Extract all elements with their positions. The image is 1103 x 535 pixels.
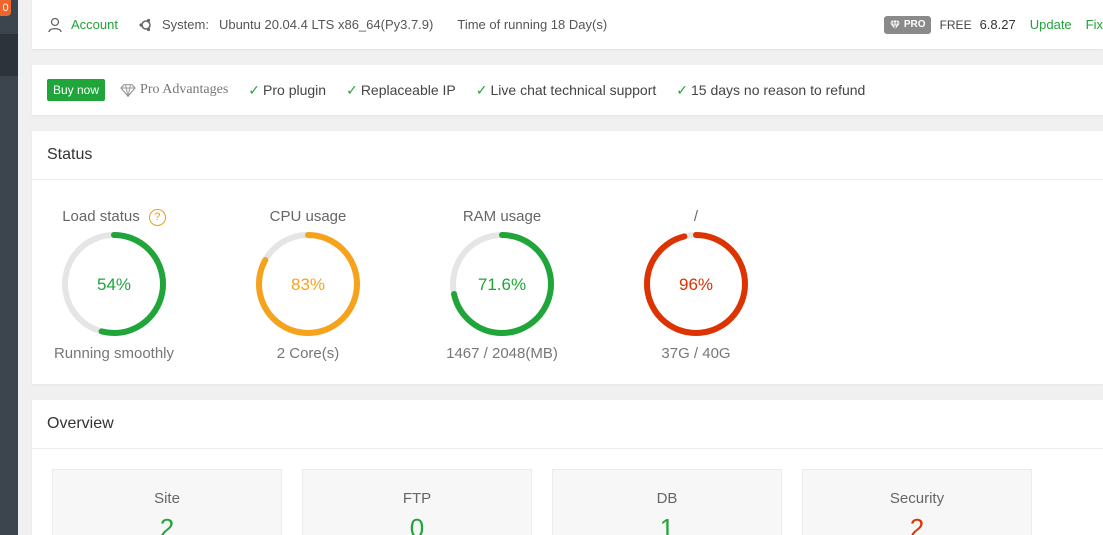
overview-box-db[interactable]: DB 1	[552, 469, 782, 535]
gauge-ring: 54%	[62, 232, 166, 336]
gauge-value: 54%	[97, 275, 131, 294]
overview-panel: Overview Site 2 FTP 0 DB 1 Security 2	[32, 400, 1103, 535]
gauge-subtitle: 2 Core(s)	[276, 345, 340, 362]
diamond-icon	[889, 19, 900, 30]
system-value: Ubuntu 20.04.4 LTS x86_64(Py3.7.9)	[218, 17, 434, 32]
gauge-value: 83%	[291, 275, 325, 294]
overview-value[interactable]: 2	[803, 513, 1031, 535]
gauge-load[interactable]: Load status ? 54% Running smoothly	[29, 207, 199, 362]
gauge-ring: 96%	[644, 232, 748, 336]
pro-badge: PRO	[883, 15, 931, 34]
pro-advantages[interactable]: Pro Advantages	[120, 82, 228, 98]
ubuntu-icon	[138, 17, 154, 33]
sidebar-badge: 0	[0, 0, 11, 16]
version-area: PRO FREE 6.8.27 Update Fix	[883, 0, 1103, 49]
gauge-title: RAM usage	[462, 208, 542, 225]
feature-item: ✓ Pro plugin	[248, 82, 326, 99]
update-link[interactable]: Update	[1030, 17, 1072, 32]
gauge-ram[interactable]: RAM usage 71.6% 1467 / 2048(MB)	[417, 207, 587, 362]
overview-label: FTP	[402, 490, 432, 507]
overview-box-ftp[interactable]: FTP 0	[302, 469, 532, 535]
pro-promo-bar: Buy now Pro Advantages ✓ Pro plugin ✓ Repl…	[32, 65, 1103, 115]
overview-value[interactable]: 0	[303, 513, 531, 535]
check-icon: ✓	[248, 81, 261, 98]
edition-label: FREE	[939, 17, 972, 32]
feature-label: 15 days no reason to refund	[691, 82, 866, 98]
top-info-bar: Account System: Ubuntu 20.04.4 LTS x86_6…	[32, 0, 1103, 49]
system-info: System: Ubuntu 20.04.4 LTS x86_64(Py3.7.…	[138, 17, 433, 33]
overview-box-site[interactable]: Site 2	[52, 469, 282, 535]
help-icon[interactable]: ?	[148, 208, 166, 226]
status-gauges: Load status ? 54% Running smoothly CPU u…	[32, 180, 1103, 384]
diamond-icon	[120, 83, 136, 97]
status-panel: Status Load status ? 54% Running smoothl…	[32, 131, 1103, 384]
version-number: 6.8.27	[979, 17, 1016, 32]
system-label: System:	[161, 17, 209, 32]
status-title: Status	[32, 131, 1103, 180]
feature-label: Replaceable IP	[360, 82, 456, 98]
user-icon	[47, 17, 63, 33]
buy-now-button[interactable]: Buy now	[47, 79, 106, 101]
check-icon: ✓	[346, 81, 358, 98]
gauge-ring: 83%	[256, 232, 360, 336]
feature-label: Pro plugin	[263, 82, 327, 98]
sidebar: 0	[0, 0, 18, 535]
pro-advantages-label: Pro Advantages	[140, 82, 229, 97]
check-icon: ✓	[676, 81, 688, 98]
runtime-text: Time of running 18 Day(s)	[457, 17, 608, 32]
overview-value[interactable]: 2	[53, 513, 281, 535]
overview-title: Overview	[32, 400, 1103, 449]
gauge-value: 71.6%	[478, 275, 526, 294]
sidebar-item-active[interactable]	[0, 34, 18, 76]
gauge-value: 96%	[679, 275, 713, 294]
gauge-title-wrap: Load status ?	[29, 207, 199, 227]
account-label: Account	[71, 17, 118, 32]
gauge-subtitle: 1467 / 2048(MB)	[446, 345, 558, 362]
overview-value[interactable]: 1	[553, 513, 781, 535]
pro-badge-label: PRO	[903, 19, 926, 30]
feature-label: Live chat technical support	[490, 82, 657, 98]
gauge-subtitle: 37G / 40G	[661, 345, 731, 362]
overview-box-security[interactable]: Security 2	[802, 469, 1032, 535]
gauge-title: /	[693, 208, 699, 225]
gauge-cpu[interactable]: CPU usage 83% 2 Core(s)	[223, 207, 393, 362]
feature-item: ✓ Live chat technical support	[476, 82, 657, 99]
feature-item: ✓ 15 days no reason to refund	[676, 82, 865, 99]
gauge-subtitle: Running smoothly	[53, 345, 175, 362]
check-icon: ✓	[475, 81, 488, 98]
fix-link[interactable]: Fix	[1086, 17, 1103, 32]
gauge-title: Load status	[62, 208, 140, 225]
account-link[interactable]: Account	[47, 17, 118, 33]
overview-label: DB	[656, 490, 678, 507]
gauge-ring: 71.6%	[450, 232, 554, 336]
gauge-title: CPU usage	[269, 208, 347, 225]
overview-label: Site	[154, 490, 180, 507]
feature-item: ✓ Replaceable IP	[346, 82, 456, 99]
overview-label: Security	[889, 490, 945, 507]
gauge-disk[interactable]: / 96% 37G / 40G	[611, 207, 781, 362]
